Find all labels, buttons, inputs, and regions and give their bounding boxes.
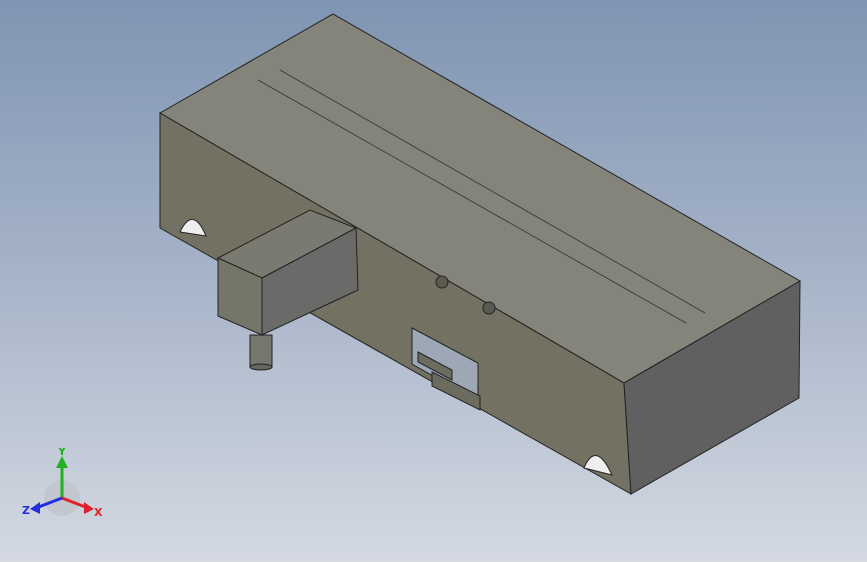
shaft[interactable]: [249, 334, 273, 368]
cad-viewport[interactable]: [0, 0, 867, 562]
z-axis-label: Z: [22, 504, 30, 517]
x-axis-arrow-icon: [84, 502, 94, 514]
axis-triad: Y X Z: [22, 445, 112, 528]
enclosure-model[interactable]: [158, 13, 802, 495]
z-axis-arrow-icon: [30, 502, 40, 514]
hole: [435, 275, 449, 289]
shaft-end: [249, 363, 273, 371]
y-axis-label: Y: [57, 448, 67, 458]
hole: [482, 301, 496, 315]
x-axis-label: X: [94, 506, 103, 519]
